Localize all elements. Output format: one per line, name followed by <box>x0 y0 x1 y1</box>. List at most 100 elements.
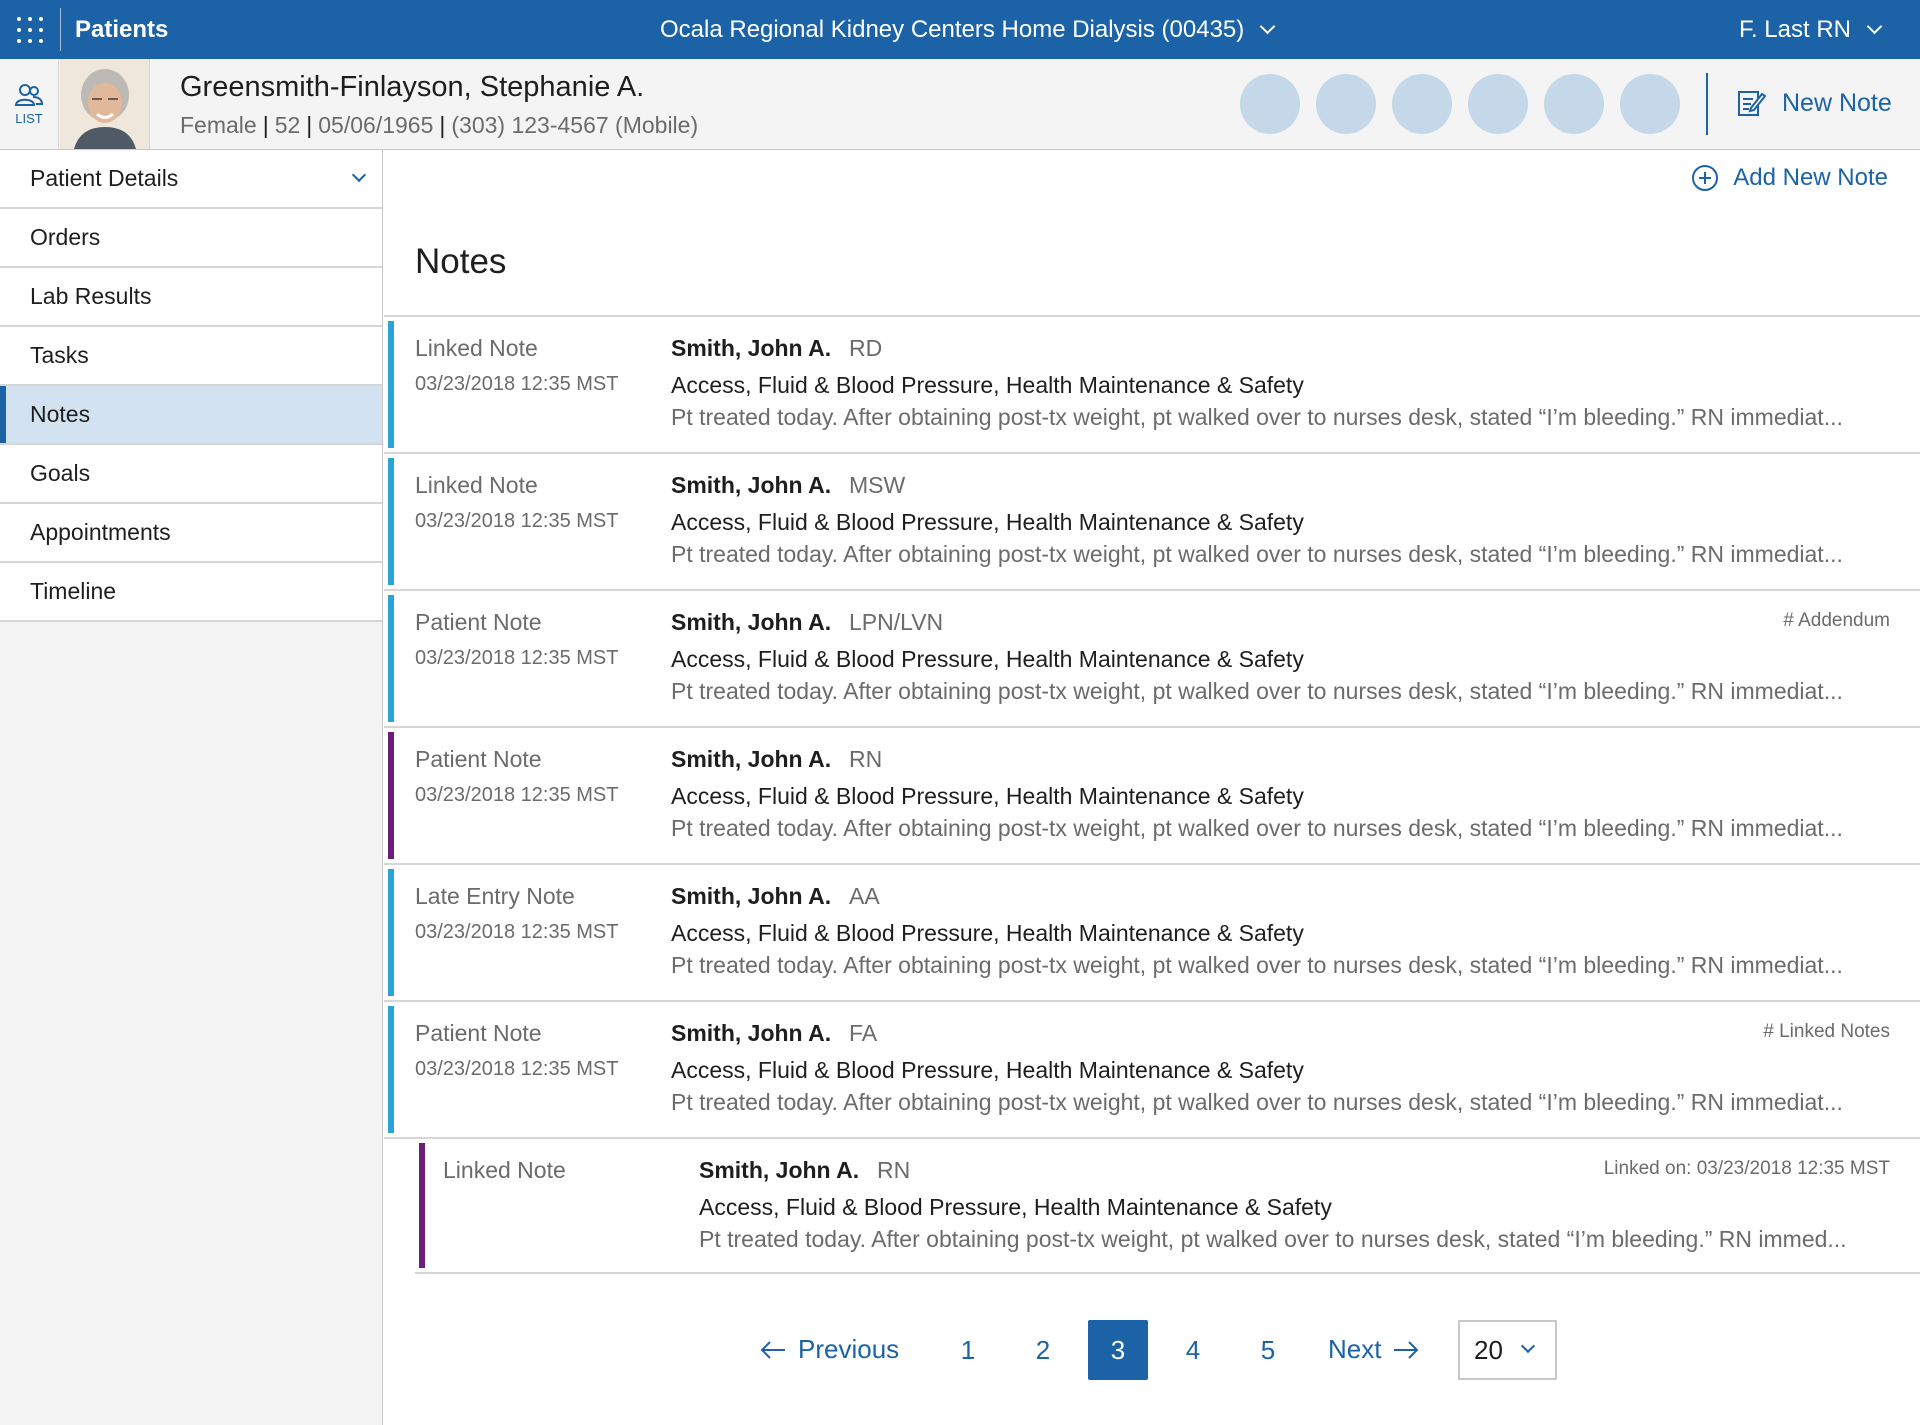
chevron-down-icon <box>351 167 367 183</box>
list-button[interactable]: LIST <box>0 59 59 149</box>
note-topic: Access, Fluid & Blood Pressure, Health M… <box>671 783 1304 809</box>
chevron-down-icon <box>1520 1338 1535 1354</box>
note-type: Linked Note <box>415 472 538 498</box>
note-author: Smith, John A. <box>671 609 832 635</box>
placeholder-circle[interactable] <box>1620 74 1680 134</box>
note-text: Pt treated today. After obtaining post-t… <box>699 1226 1847 1252</box>
sidebar-item-label: Orders <box>30 224 101 250</box>
facility-name: Ocala Regional Kidney Centers Home Dialy… <box>660 16 1245 43</box>
page-4-button[interactable]: 4 <box>1163 1320 1223 1380</box>
note-author: Smith, John A. <box>671 883 832 909</box>
sidebar-item-notes[interactable]: Notes <box>0 386 382 445</box>
previous-button[interactable]: Previous <box>760 1334 899 1365</box>
page-2-button[interactable]: 2 <box>1013 1320 1073 1380</box>
placeholder-circle[interactable] <box>1316 74 1376 134</box>
chevron-down-icon <box>1866 18 1883 34</box>
note-date: 03/23/2018 12:35 MST <box>415 921 619 943</box>
new-note-button[interactable]: New Note <box>1736 88 1892 118</box>
patient-header: LIST Greensmith-Finlayson, Stephanie A. … <box>0 59 1920 150</box>
note-role: LPN/LVN <box>849 609 944 635</box>
note-type: Patient Note <box>415 1020 542 1046</box>
note-text: Pt treated today. After obtaining post-t… <box>671 678 1843 704</box>
sidebar: Patient Details Orders Lab Results Tasks… <box>0 150 383 1425</box>
note-row[interactable]: Linked Note 03/23/2018 12:35 MST Smith, … <box>384 317 1920 454</box>
page-3-button[interactable]: 3 <box>1088 1320 1148 1380</box>
note-accent-bar <box>388 321 394 448</box>
sidebar-item-timeline[interactable]: Timeline <box>0 563 382 622</box>
user-menu[interactable]: F. Last RN <box>1738 16 1883 44</box>
sidebar-item-lab-results[interactable]: Lab Results <box>0 268 382 327</box>
main-content: Add New Note Notes Linked Note 03/23/201… <box>384 150 1920 1425</box>
patient-dob: 05/06/1965 <box>318 112 434 138</box>
note-row[interactable]: Patient Note 03/23/2018 12:35 MST Smith,… <box>384 728 1920 865</box>
note-topic: Access, Fluid & Blood Pressure, Health M… <box>671 1057 1304 1083</box>
sidebar-item-tasks[interactable]: Tasks <box>0 327 382 386</box>
note-topic: Access, Fluid & Blood Pressure, Health M… <box>671 920 1304 946</box>
note-text: Pt treated today. After obtaining post-t… <box>671 952 1843 978</box>
sidebar-item-label: Timeline <box>30 578 117 604</box>
note-author: Smith, John A. <box>699 1157 860 1183</box>
top-bar: Patients Ocala Regional Kidney Centers H… <box>0 0 1920 59</box>
addendum-tag[interactable]: # Addendum <box>1783 610 1890 632</box>
note-row[interactable]: Patient Note 03/23/2018 12:35 MST Smith,… <box>384 591 1920 728</box>
sidebar-item-label: Lab Results <box>30 283 152 309</box>
note-accent-bar <box>419 1143 425 1268</box>
chevron-down-icon <box>1260 18 1276 34</box>
sidebar-item-label: Goals <box>30 460 91 486</box>
sidebar-item-label: Appointments <box>30 519 171 545</box>
add-new-note-label: Add New Note <box>1733 164 1888 191</box>
pagination: Previous 1 2 3 4 5 Next 20 <box>384 1320 1920 1380</box>
previous-label: Previous <box>798 1334 900 1364</box>
user-name: F. Last RN <box>1738 16 1851 43</box>
arrow-right-icon <box>1394 1340 1419 1359</box>
note-date: 03/23/2018 12:35 MST <box>415 647 619 669</box>
linked-on-date: Linked on: 03/23/2018 12:35 MST <box>1603 1158 1890 1179</box>
sidebar-item-label: Patient Details <box>30 165 179 191</box>
sidebar-item-orders[interactable]: Orders <box>0 209 382 268</box>
patient-name: Greensmith-Finlayson, Stephanie A. <box>180 71 645 103</box>
note-topic: Access, Fluid & Blood Pressure, Health M… <box>671 509 1304 535</box>
note-accent-bar <box>388 732 394 859</box>
placeholder-circle[interactable] <box>1240 74 1300 134</box>
note-text: Pt treated today. After obtaining post-t… <box>671 815 1843 841</box>
people-icon <box>14 83 44 106</box>
note-type: Linked Note <box>443 1157 566 1183</box>
page-1-button[interactable]: 1 <box>938 1320 998 1380</box>
note-role: MSW <box>849 472 906 498</box>
placeholder-circle[interactable] <box>1544 74 1604 134</box>
note-text: Pt treated today. After obtaining post-t… <box>671 404 1843 430</box>
note-row[interactable]: Late Entry Note 03/23/2018 12:35 MST Smi… <box>384 865 1920 1002</box>
app-title[interactable]: Patients <box>75 16 168 44</box>
next-button[interactable]: Next <box>1328 1334 1419 1365</box>
note-type: Linked Note <box>415 335 538 361</box>
placeholder-circles <box>1240 74 1680 134</box>
linked-notes-tag[interactable]: # Linked Notes <box>1763 1021 1890 1043</box>
next-label: Next <box>1328 1334 1382 1364</box>
arrow-left-icon <box>760 1340 785 1359</box>
note-accent-bar <box>388 869 394 996</box>
note-role: FA <box>849 1020 878 1046</box>
sidebar-item-goals[interactable]: Goals <box>0 445 382 504</box>
facility-selector[interactable]: Ocala Regional Kidney Centers Home Dialy… <box>660 16 1276 44</box>
note-role: RN <box>877 1157 911 1183</box>
note-type: Patient Note <box>415 609 542 635</box>
patient-age: 52 <box>274 112 301 138</box>
note-row[interactable]: Patient Note 03/23/2018 12:35 MST Smith,… <box>384 1002 1920 1139</box>
patient-info: Female | 52 | 05/06/1965 | (303) 123-4567 (Mob… <box>180 112 699 138</box>
page-size-select[interactable]: 20 <box>1458 1320 1557 1380</box>
note-row[interactable]: Linked Note 03/23/2018 12:35 MST Smith, … <box>384 454 1920 591</box>
sidebar-item-appointments[interactable]: Appointments <box>0 504 382 563</box>
app-grid-icon[interactable] <box>16 16 44 44</box>
list-label: LIST <box>15 110 43 126</box>
page-5-button[interactable]: 5 <box>1238 1320 1298 1380</box>
add-new-note-button[interactable]: Add New Note <box>1691 164 1888 192</box>
patient-avatar <box>60 59 150 149</box>
note-topic: Access, Fluid & Blood Pressure, Health M… <box>671 372 1304 398</box>
linked-note-row[interactable]: Linked Note Smith, John A. RN Access, Fl… <box>415 1139 1920 1274</box>
header-divider <box>1706 73 1708 135</box>
placeholder-circle[interactable] <box>1468 74 1528 134</box>
sidebar-item-patient-details[interactable]: Patient Details <box>0 150 382 209</box>
sidebar-item-label: Notes <box>30 401 91 427</box>
placeholder-circle[interactable] <box>1392 74 1452 134</box>
page-title: Notes <box>415 242 507 281</box>
